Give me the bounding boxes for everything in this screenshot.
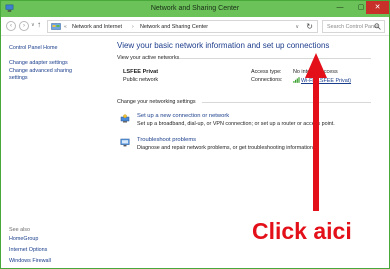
- control-panel-icon: [51, 23, 61, 30]
- divider: [179, 58, 371, 59]
- page-title: View your basic network information and …: [117, 41, 330, 50]
- change-adapter-settings-link[interactable]: Change adapter settings: [9, 60, 68, 67]
- address-bar[interactable]: « Network and Internet › Network and Sha…: [47, 20, 318, 33]
- address-toolbar: ‹ › ∨ ↑ « Network and Internet › Network…: [1, 17, 389, 36]
- click-here-annotation: Click aici: [252, 218, 352, 244]
- search-icon[interactable]: [374, 23, 381, 30]
- troubleshoot-problems-link[interactable]: Troubleshoot problems: [137, 137, 196, 143]
- wifi-signal-icon: [293, 77, 300, 83]
- refresh-icon[interactable]: ↻: [306, 22, 313, 31]
- setup-connection-link[interactable]: Set up a new connection or network: [137, 113, 229, 119]
- address-dropdown-icon[interactable]: ∨: [295, 24, 299, 30]
- change-advanced-sharing-link[interactable]: Change advanced sharing settings: [9, 68, 89, 81]
- internet-options-link[interactable]: Internet Options: [9, 247, 47, 254]
- wifi-connection-label[interactable]: Wi-Fi (LSFEE Privat): [301, 78, 351, 84]
- see-also-heading: See also: [9, 227, 30, 233]
- divider: [202, 102, 371, 103]
- recent-locations-icon[interactable]: ∨: [31, 22, 35, 28]
- troubleshoot-icon: [120, 138, 130, 147]
- homegroup-link[interactable]: HomeGroup: [9, 236, 38, 243]
- control-panel-home-link[interactable]: Control Panel Home: [9, 45, 58, 52]
- close-button[interactable]: ✕: [366, 1, 389, 14]
- up-button[interactable]: ↑: [37, 20, 41, 29]
- access-type-label: Access type:: [251, 69, 282, 75]
- windows-firewall-link[interactable]: Windows Firewall: [9, 258, 51, 265]
- network-name: LSFEE Privat: [123, 69, 159, 75]
- back-button[interactable]: ‹: [6, 21, 16, 31]
- breadcrumb-sharing-center[interactable]: Network and Sharing Center: [140, 24, 208, 30]
- troubleshoot-description: Diagnose and repair network problems, or…: [137, 145, 315, 151]
- access-type-value: No internet access: [293, 69, 338, 75]
- change-settings-heading: Change your networking settings: [117, 99, 196, 105]
- left-pane: Control Panel Home Change adapter settin…: [1, 37, 93, 268]
- breadcrumb-network-internet[interactable]: Network and Internet: [72, 24, 122, 30]
- new-connection-icon: [120, 114, 130, 123]
- network-type: Public network: [123, 77, 159, 83]
- connections-label: Connections:: [251, 77, 283, 83]
- title-bar[interactable]: Network and Sharing Center — ▢ ✕: [1, 1, 389, 17]
- forward-button[interactable]: ›: [19, 21, 29, 31]
- minimize-button[interactable]: —: [330, 1, 350, 14]
- breadcrumb-separator-icon[interactable]: ›: [132, 24, 134, 30]
- wifi-connection-link[interactable]: Wi-Fi (LSFEE Privat): [293, 77, 351, 84]
- setup-connection-description: Set up a broadband, dial-up, or VPN conn…: [137, 121, 335, 127]
- active-networks-heading: View your active networks: [117, 55, 180, 61]
- search-placeholder: Search Control Panel: [327, 24, 379, 30]
- path-overflow-icon: «: [64, 24, 67, 30]
- search-input[interactable]: Search Control Panel: [322, 20, 385, 33]
